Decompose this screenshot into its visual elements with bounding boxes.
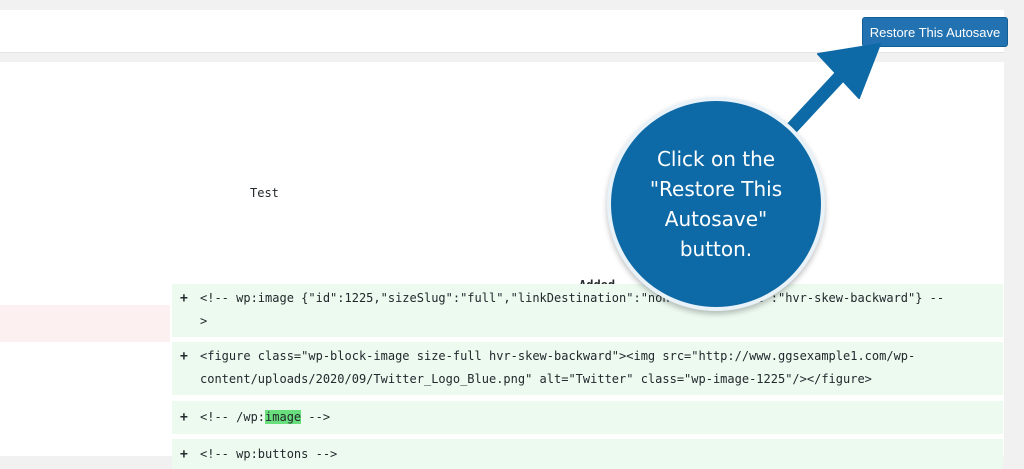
callout-line: button. [679, 237, 753, 261]
instruction-callout: Click on the "Restore This Autosave" but… [607, 97, 825, 311]
callout-line: Click on the [656, 147, 776, 171]
callout-line: Autosave" [664, 207, 768, 231]
callout-text: Click on the "Restore This Autosave" but… [650, 144, 782, 264]
callout-line: "Restore This [649, 177, 783, 201]
callout-arrow-icon [783, 43, 881, 137]
